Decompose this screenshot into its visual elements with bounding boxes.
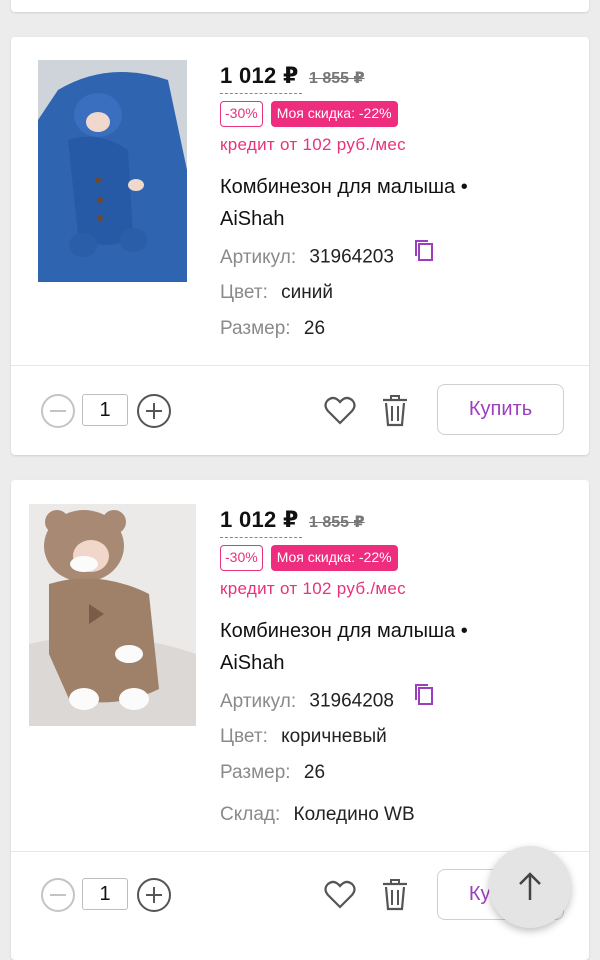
warehouse-row: Склад: Коледино WB [220, 797, 577, 833]
product-brand: AiShah [220, 652, 285, 674]
price-current: 1 012 ₽ [220, 507, 299, 532]
quantity-field[interactable]: 1 [82, 394, 128, 426]
plus-circle-icon [137, 394, 171, 428]
product-brand: AiShah [220, 208, 285, 230]
price-old: 1 855 ₽ [309, 514, 365, 531]
quantity-field[interactable]: 1 [82, 878, 128, 910]
favorite-button[interactable] [322, 877, 358, 913]
trash-icon [383, 879, 407, 911]
size-row: Размер: 26 [220, 311, 577, 347]
product-photo[interactable] [38, 60, 187, 282]
discount-badges: -30% Моя скидка: -22% [220, 545, 577, 571]
color-row: Цвет: коричневый [220, 719, 577, 755]
minus-circle-icon [41, 878, 75, 912]
product-title[interactable]: Комбинезон для малыша • AiShah [220, 171, 577, 235]
price-row: 1 012 ₽ 1 855 ₽ [220, 507, 577, 538]
trash-icon [383, 395, 407, 427]
product-title-line: Комбинезон для малыша • [220, 176, 468, 198]
price-old: 1 855 ₽ [309, 70, 365, 87]
product-card: 1 012 ₽ 1 855 ₽ -30% Моя скидка: -22% кр… [11, 37, 589, 455]
heart-icon [324, 396, 356, 425]
color-label: Цвет: [220, 282, 268, 303]
article-row: Артикул: 31964203 [220, 239, 577, 275]
scroll-to-top-button[interactable] [489, 846, 571, 928]
size-label: Размер: [220, 762, 291, 783]
warehouse-label: Склад: [220, 804, 281, 825]
credit-link[interactable]: кредит от 102 руб./мес [220, 135, 577, 155]
arrow-up-icon [519, 872, 541, 900]
color-value: синий [281, 282, 333, 303]
decrease-quantity-button[interactable] [40, 393, 76, 429]
plus-circle-icon [137, 878, 171, 912]
size-row: Размер: 26 [220, 755, 577, 791]
product-card-partial [11, 0, 589, 12]
minus-circle-icon [41, 394, 75, 428]
price-dashed-underline[interactable] [220, 93, 302, 94]
article-label: Артикул: [220, 690, 297, 712]
product-title[interactable]: Комбинезон для малыша • AiShah [220, 615, 577, 679]
article-value: 31964208 [309, 690, 394, 712]
product-info: 1 012 ₽ 1 855 ₽ -30% Моя скидка: -22% кр… [220, 507, 577, 833]
size-value: 26 [303, 318, 326, 339]
warehouse-value: Коледино WB [293, 804, 415, 825]
product-title-line: Комбинезон для малыша • [220, 620, 468, 642]
copy-icon[interactable] [413, 683, 435, 720]
size-value: 26 [303, 762, 326, 783]
color-value: коричневый [281, 726, 387, 747]
article-row: Артикул: 31964208 [220, 683, 577, 719]
product-photo[interactable] [29, 504, 196, 726]
increase-quantity-button[interactable] [136, 393, 172, 429]
my-discount-badge[interactable]: Моя скидка: -22% [270, 101, 398, 127]
decrease-quantity-button[interactable] [40, 877, 76, 913]
article-value: 31964203 [309, 246, 394, 268]
my-discount-badge[interactable]: Моя скидка: -22% [270, 545, 398, 571]
size-label: Размер: [220, 318, 291, 339]
discount-badges: -30% Моя скидка: -22% [220, 101, 577, 127]
credit-link[interactable]: кредит от 102 руб./мес [220, 579, 577, 599]
divider [11, 365, 589, 366]
price-current: 1 012 ₽ [220, 63, 299, 88]
favorite-button[interactable] [322, 393, 358, 429]
heart-icon [324, 880, 356, 909]
delete-button[interactable] [377, 877, 413, 913]
discount-badge: -30% [220, 101, 263, 127]
buy-button[interactable]: Купить [437, 384, 564, 435]
price-row: 1 012 ₽ 1 855 ₽ [220, 63, 577, 94]
price-dashed-underline[interactable] [220, 537, 302, 538]
increase-quantity-button[interactable] [136, 877, 172, 913]
color-row: Цвет: синий [220, 275, 577, 311]
discount-badge: -30% [220, 545, 263, 571]
delete-button[interactable] [377, 393, 413, 429]
copy-icon[interactable] [413, 239, 435, 276]
article-label: Артикул: [220, 246, 297, 268]
product-info: 1 012 ₽ 1 855 ₽ -30% Моя скидка: -22% кр… [220, 63, 577, 347]
color-label: Цвет: [220, 726, 268, 747]
